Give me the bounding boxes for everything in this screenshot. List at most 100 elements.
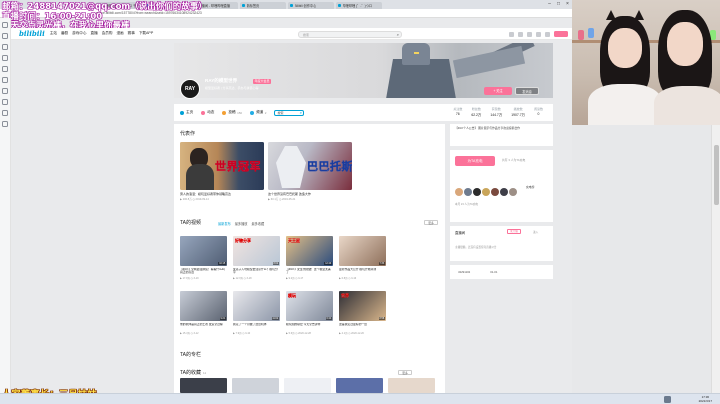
tab-dynamic[interactable]: 动态 <box>201 110 214 115</box>
video-title[interactable]: 这个世界没有巴巴托斯 改造大作 <box>268 192 352 196</box>
video-thumbnail[interactable]: 好物分享 8:02 <box>233 236 280 266</box>
charge-rank-link[interactable]: 充电榜 <box>526 185 534 189</box>
favorite-folder-thumbnail[interactable] <box>336 378 383 393</box>
avatar[interactable] <box>509 31 514 37</box>
video-title[interactable]: 模玩圈的秘密 今天全告诉你 <box>286 323 333 330</box>
video-card[interactable]: 天王星 12:40 【RAY】女生也能做！这个模型太美了 ▶ 9.2万 ◷ 3-17 <box>286 236 333 280</box>
browser-tab[interactable]: 新标签页 <box>240 2 286 9</box>
stat-following[interactable]: 关注数 76 <box>453 107 462 117</box>
video-thumbnail[interactable]: 10:15 <box>180 236 227 266</box>
message-button[interactable]: 发消息 <box>515 87 539 95</box>
avatar[interactable] <box>491 188 499 196</box>
system-clock[interactable]: 17:36 2021/3/17 <box>699 395 712 403</box>
search-icon[interactable]: ⌕ <box>300 110 302 115</box>
charge-button[interactable]: 为TA充电 <box>455 156 495 166</box>
stat-fans[interactable]: 粉丝数 62.2万 <box>471 107 481 117</box>
favorite-icon[interactable] <box>536 31 541 37</box>
favorite-folder-thumbnail[interactable] <box>180 378 227 393</box>
videos-more-button[interactable]: 更多 <box>424 220 438 225</box>
site-search-input[interactable]: 搜索 ⌕ <box>298 30 402 38</box>
video-title[interactable]: 男人的浪漫：模玩爱好者带你领略高达 <box>180 192 264 196</box>
nav-link[interactable]: 主站 <box>50 31 57 36</box>
video-thumbnail[interactable]: 模玩 6:44 <box>286 291 333 321</box>
star-icon[interactable] <box>2 33 8 39</box>
video-title[interactable]: 这是我见过最好的一台 <box>339 323 386 330</box>
person-body <box>588 84 662 125</box>
favorite-folder-thumbnail[interactable] <box>232 378 279 393</box>
video-card[interactable]: 模玩 6:44 模玩圈的秘密 今天全告诉你 ▶ 5.6万 ◷ 2020-12-28 <box>286 291 333 335</box>
video-thumbnail[interactable]: 天王星 12:40 <box>286 236 333 266</box>
nav-link[interactable]: 直播 <box>91 31 98 36</box>
tab-most-favorited[interactable]: 最多收藏 <box>252 221 265 226</box>
cloud-icon[interactable] <box>2 121 8 127</box>
avatar[interactable] <box>473 188 481 196</box>
mail-icon[interactable] <box>2 77 8 83</box>
tab-channel[interactable]: 频道 2 <box>250 110 266 115</box>
nav-link[interactable]: 会员购 <box>102 31 113 36</box>
nav-link[interactable]: 游戏中心 <box>72 31 86 36</box>
tab-latest[interactable]: 最新发布 <box>218 221 231 226</box>
note-icon[interactable] <box>2 66 8 72</box>
nav-link[interactable]: 番剧 <box>61 31 68 36</box>
video-title[interactable]: 【RAY】女生也能做！这个模型太美了 <box>286 268 333 275</box>
tab-home[interactable]: 主页 <box>180 110 193 115</box>
representative-card[interactable]: 巴巴托斯 这个世界没有巴巴托斯 改造大作 ▶ 63.1万 ◷ 2019-05-2… <box>268 142 352 201</box>
video-title[interactable]: 女孩子入坑模型要注意什么？模玩分享 <box>233 268 280 275</box>
scrollbar[interactable] <box>711 125 720 393</box>
cart-icon[interactable] <box>2 110 8 116</box>
video-card[interactable]: 好物分享 8:02 女孩子入坑模型要注意什么？模玩分享 ▶ 12.3万 ◷ 3-18 <box>233 236 280 280</box>
scrollbar-thumb[interactable] <box>714 145 719 205</box>
video-thumbnail[interactable]: 9:21 <box>180 291 227 321</box>
browser-tab[interactable]: 哔哩哔哩 (゜-゜)つロ <box>336 2 382 9</box>
message-icon[interactable] <box>518 31 523 37</box>
video-card[interactable]: 7:33 最新作品大公开 模玩开箱评测 ▶ 6.8万 ◷ 3-16 <box>339 236 386 280</box>
video-thumbnail[interactable]: 世界 8:58 <box>339 291 386 321</box>
favorites-more-button[interactable]: 更多 <box>398 370 412 375</box>
close-icon[interactable]: × <box>563 0 572 9</box>
video-thumbnail[interactable]: 7:33 <box>339 236 386 266</box>
live-enter-link[interactable]: 进入 <box>533 230 538 234</box>
avatar[interactable] <box>500 188 508 196</box>
video-card[interactable]: 9:21 他的机体是真正的王者 改造全过程 ▶ 15.4万 ◷ 3-12 <box>180 291 227 335</box>
space-search-input[interactable]: 搜索 ⌕ <box>274 109 305 116</box>
video-title[interactable]: 最新作品大公开 模玩开箱评测 <box>339 268 386 275</box>
history-icon[interactable] <box>2 44 8 50</box>
profile-avatar[interactable]: RAY <box>180 79 200 99</box>
minimize-icon[interactable]: – <box>545 0 554 9</box>
representative-card[interactable]: 世界冠军 男人的浪漫：模玩爱好者带你领略高达 ▶ 200.8万 ◷ 2019-0… <box>180 142 264 201</box>
game-icon[interactable] <box>2 99 8 105</box>
video-title[interactable]: 我花了一个月做了这台机体 <box>233 323 280 330</box>
tab-videos[interactable]: 投稿 150 <box>222 110 242 115</box>
app-icon[interactable] <box>664 396 671 403</box>
avatar[interactable] <box>509 188 517 196</box>
home-icon[interactable] <box>2 22 8 28</box>
video-title[interactable]: 【RAY】全网最强拼装！看看什么叫真正的高达 <box>180 268 227 275</box>
video-thumbnail[interactable]: 世界冠军 <box>180 142 264 190</box>
video-card[interactable]: 10:15 【RAY】全网最强拼装！看看什么叫真正的高达 ▶ 17.9万 ◷ 3-1… <box>180 236 227 280</box>
window-controls: – □ × <box>545 0 572 9</box>
search-icon[interactable]: ⌕ <box>397 32 399 38</box>
bilibili-logo[interactable]: bilibili <box>19 29 45 38</box>
weibo-icon[interactable] <box>2 88 8 94</box>
avatar[interactable] <box>482 188 490 196</box>
video-card[interactable]: 世界 8:58 这是我见过最好的一台 ▶ 4.1万 ◷ 2020-12-20 <box>339 291 386 335</box>
follow-button[interactable]: + 关注 <box>484 87 512 95</box>
nav-link[interactable]: 赛事 <box>128 31 135 36</box>
video-card[interactable]: 11:02 我花了一个月做了这台机体 ▶ 7.9万 ◷ 3-10 <box>233 291 280 335</box>
download-icon[interactable] <box>2 55 8 61</box>
video-thumbnail[interactable]: 巴巴托斯 <box>268 142 352 190</box>
tab-most-played[interactable]: 最多播放 <box>235 221 248 226</box>
avatar[interactable] <box>455 188 463 196</box>
dynamic-icon[interactable] <box>527 31 532 37</box>
nav-link[interactable]: 下载APP <box>139 31 153 36</box>
history-icon[interactable] <box>545 31 550 37</box>
video-thumbnail[interactable]: 11:02 <box>233 291 280 321</box>
favorite-folder-thumbnail[interactable] <box>388 378 435 393</box>
browser-tab[interactable]: Bilibili 创作中心 <box>288 2 334 9</box>
nav-link[interactable]: 漫画 <box>116 31 123 36</box>
favorite-folder-thumbnail[interactable] <box>284 378 331 393</box>
avatar[interactable] <box>464 188 472 196</box>
maximize-icon[interactable]: □ <box>554 0 563 9</box>
upload-button[interactable] <box>554 31 568 37</box>
video-title[interactable]: 他的机体是真正的王者 改造全过程 <box>180 323 227 330</box>
